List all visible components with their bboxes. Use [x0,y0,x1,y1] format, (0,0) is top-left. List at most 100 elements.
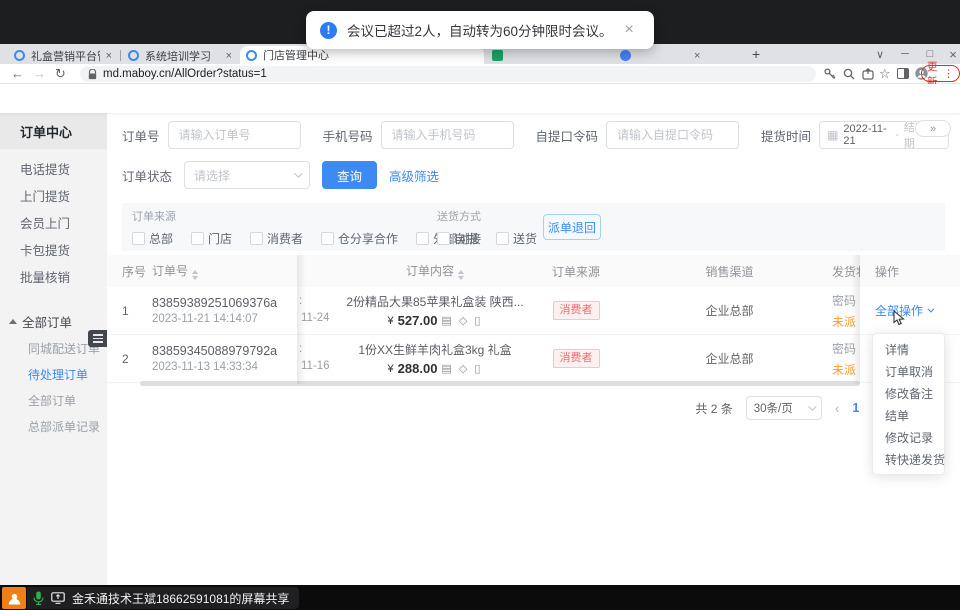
checkbox-label: 仓分享合作 [338,230,398,247]
checkbox-delivery-deliver[interactable]: 送货 [496,230,537,247]
horizontal-scrollbar[interactable] [140,381,860,386]
page-size-value: 30条/页 [754,400,793,416]
back-icon[interactable]: ← [11,66,24,81]
browser-tab-1[interactable]: 礼盒营销平台管理中心 × [8,47,118,64]
action-menu-item-to-express[interactable]: 转快递发货 [873,448,944,470]
site-favicon-icon [246,50,257,61]
checkbox-icon[interactable] [437,232,450,245]
address-bar[interactable]: md.maboy.cn/AllOrder?status=1 [80,66,816,82]
chevron-down-icon [808,402,816,410]
side-panel-icon[interactable] [897,68,909,79]
info-icon: ! [320,22,337,39]
tab-close-icon[interactable]: × [106,50,112,62]
tab-divider [120,50,121,61]
tab-search-icon[interactable]: ∨ [868,44,892,64]
tab-title: 礼盒营销平台管理中心 [31,48,100,64]
browser-tab-2[interactable]: 系统培训学习 × [122,47,238,64]
header-action: 操作 [860,263,948,280]
more-menu-icon[interactable]: ⋮ [944,68,955,80]
action-menu-item-close-order[interactable]: 结单 [873,404,944,426]
action-menu-item-cancel-order[interactable]: 订单取消 [873,360,944,382]
checkbox-icon[interactable] [191,232,204,245]
page-size-select[interactable]: 30条/页 [746,396,822,420]
table-row-2[interactable]: 2 83859345088979792a 2023-11-13 14:33:34… [107,335,960,383]
header-order-source: 订单来源 [525,263,627,280]
sidebar-collapse-handle[interactable] [88,330,107,347]
table-header: 序号 订单号 订单内容 订单来源 销售渠道 发货状态 操作 [107,255,960,287]
checkbox-icon[interactable] [132,232,145,245]
header-order-content[interactable]: 订单内容 [345,262,525,280]
mouse-cursor-icon [893,310,906,326]
checkbox-icon[interactable] [416,232,429,245]
sort-icon[interactable] [192,270,198,280]
cell-order-source: 消费者 [525,349,627,368]
screen-share-icon [51,592,65,604]
browser-tab-5-partial[interactable]: × [614,47,710,64]
checkbox-label: 消费者 [267,230,303,247]
pickup-code-input[interactable] [606,121,739,149]
sidebar-item-member-visit[interactable]: 会员上门 [0,209,107,236]
header-order-no[interactable]: 订单号 [152,262,297,280]
advanced-filter-link[interactable]: 高级筛选 [389,166,439,185]
share-icon[interactable] [862,68,874,80]
order-no-input[interactable] [168,121,301,149]
content-badge-icons: ▤ ◇ ▯ [441,362,482,375]
browser-tab-4-partial[interactable] [486,47,606,64]
cell-order-no: 83859345088979792a 2023-11-13 14:33:34 [152,344,297,373]
checkbox-icon[interactable] [250,232,263,245]
table-row-1[interactable]: 1 83859389251069376a 2023-11-21 14:14:07… [107,287,960,335]
screen-share-pill: 金禾通技术王斌18662591081的屏幕共享 [27,587,299,609]
collapse-filters-button[interactable]: » [915,120,951,137]
action-menu-item-detail[interactable]: 详情 [873,338,944,360]
checkbox-source-store[interactable]: 门店 [191,230,232,247]
window-close-button[interactable]: × [941,44,960,64]
site-favicon-icon [128,50,139,61]
sidebar-item-hq-dispatch-records[interactable]: 总部派单记录 [0,413,107,439]
tab-close-icon[interactable]: × [694,50,700,62]
toast-close-icon[interactable]: × [625,21,634,39]
sidebar-item-pending-orders[interactable]: 待处理订单 [0,361,107,387]
chevron-down-icon [294,169,302,177]
sidebar-item-door-pickup[interactable]: 上门提货 [0,182,107,209]
search-button[interactable]: 查询 [322,161,377,189]
source-tag: 消费者 [553,349,600,368]
browser-update-button[interactable]: 更新 ⋮ [921,65,960,82]
checkbox-icon[interactable] [496,232,509,245]
microphone-icon [33,591,44,605]
phone-input[interactable] [381,121,514,149]
window-minimize-button[interactable]: ─ [893,44,917,64]
zoom-icon[interactable] [843,68,855,80]
order-source-group: 订单来源 总部 门店 消费者 仓分享合作 外部对接 [132,208,481,247]
sidebar-group-label: 全部订单 [22,312,72,331]
share-bar-text: 金禾通技术王斌18662591081的屏幕共享 [72,590,289,607]
current-page-number[interactable]: 1 [852,401,859,415]
prev-page-button[interactable]: ‹ [835,400,840,416]
fixed-column-shadow-left [297,255,306,384]
checkbox-delivery-self-pickup[interactable]: 自提 [437,230,478,247]
key-icon[interactable] [824,68,836,80]
bookmark-star-icon[interactable]: ☆ [879,66,891,82]
start-date-value[interactable]: 2022-11-21 [843,123,890,147]
cell-order-no: 83859389251069376a 2023-11-21 14:14:07 [152,296,297,325]
sidebar-item-batch-verify[interactable]: 批量核销 [0,263,107,290]
reload-icon[interactable]: ↻ [55,66,66,82]
checkbox-source-warehouse-share[interactable]: 仓分享合作 [321,230,398,247]
tab-close-icon[interactable]: × [226,50,232,62]
checkbox-icon[interactable] [321,232,334,245]
checkbox-source-consumer[interactable]: 消费者 [250,230,303,247]
sidebar-item-card-pickup[interactable]: 卡包提货 [0,236,107,263]
sort-icon[interactable] [458,270,464,280]
delivery-method-label: 送货方式 [437,208,537,224]
content-badge-icons: ▤ ◇ ▯ [441,314,482,327]
forward-icon[interactable]: → [33,66,46,81]
dispatch-return-button[interactable]: 派单退回 [543,214,601,240]
action-menu-item-edit-log[interactable]: 修改记录 [873,426,944,448]
sidebar: 订单中心 电话提货 上门提货 会员上门 卡包提货 批量核销 全部订单 同城配送订… [0,113,107,585]
new-tab-button[interactable]: + [752,46,760,62]
order-status-select[interactable]: 请选择 [184,161,310,189]
app-header [0,84,960,113]
sidebar-item-phone-pickup[interactable]: 电话提货 [0,155,107,182]
checkbox-source-hq[interactable]: 总部 [132,230,173,247]
action-menu-item-edit-remark[interactable]: 修改备注 [873,382,944,404]
sidebar-item-all-orders[interactable]: 全部订单 [0,387,107,413]
